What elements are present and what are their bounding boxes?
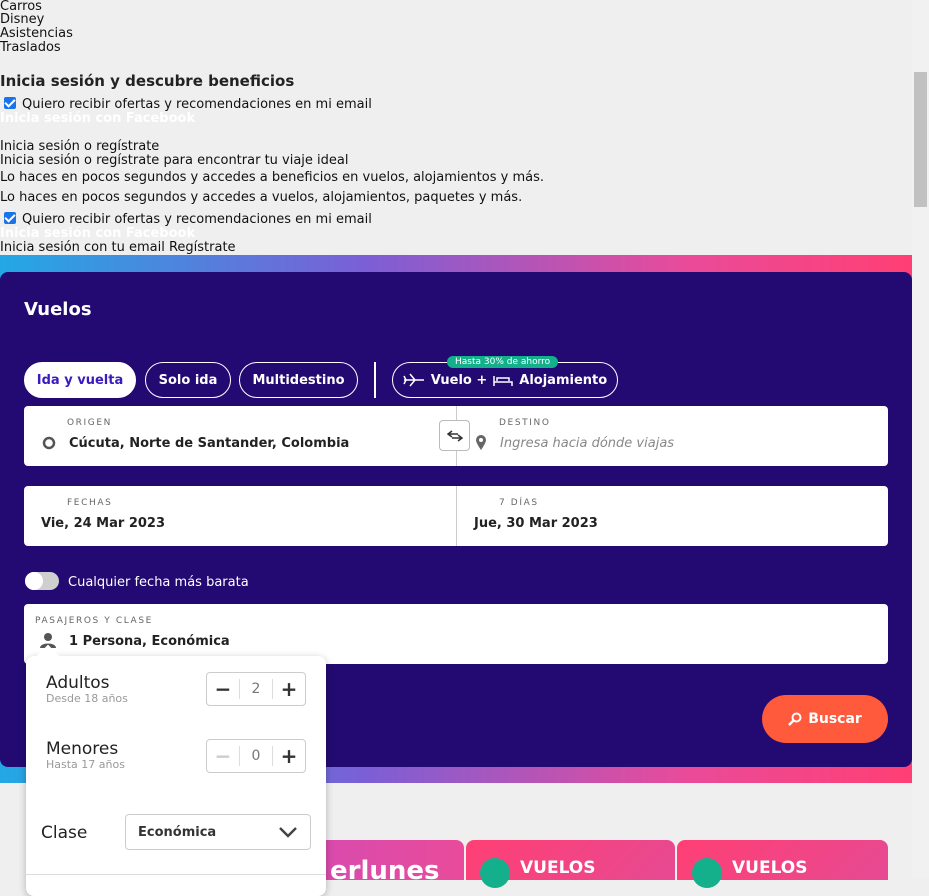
swap-button[interactable] — [439, 420, 470, 451]
register-link[interactable]: Regístrate — [169, 240, 236, 255]
adults-increment-button[interactable]: + — [273, 673, 305, 705]
link-asistencias[interactable]: Asistencias — [0, 27, 73, 41]
promo-card-1-text: erlunes — [330, 856, 440, 886]
promo-badge: Hasta 30% de ahorro — [447, 356, 559, 368]
newsletter-label: Quiero recibir ofertas y recomendaciones… — [22, 97, 372, 112]
minors-title: Menores — [46, 739, 119, 759]
minors-stepper: − 0 + — [206, 739, 306, 773]
minors-subtitle: Hasta 17 años — [46, 758, 125, 771]
tabs-divider — [374, 362, 376, 398]
adults-stepper: − 2 + — [206, 672, 306, 706]
facebook-login-link-2[interactable]: Inicia sesión con Facebook — [0, 227, 195, 241]
login-heading: Inicia sesión y descubre beneficios — [0, 72, 295, 90]
origin-input[interactable]: Cúcuta, Norte de Santander, Colombia — [69, 436, 349, 451]
return-date[interactable]: Jue, 30 Mar 2023 — [474, 516, 598, 531]
link-traslados[interactable]: Traslados — [0, 41, 61, 55]
minors-decrement-button[interactable]: − — [207, 740, 239, 772]
plane-badge-icon — [480, 858, 510, 888]
destination-label: DESTINO — [499, 418, 551, 428]
email-login-row: Inicia sesión con tu email Regístrate — [0, 241, 236, 255]
panel-title: Vuelos — [24, 299, 92, 320]
origin-label: ORIGEN — [67, 418, 112, 428]
flexible-dates-toggle[interactable] — [25, 572, 59, 590]
tab-multi-destination[interactable]: Multidestino — [239, 362, 358, 398]
origin-circle-icon — [42, 436, 56, 450]
depart-date[interactable]: Vie, 24 Mar 2023 — [41, 516, 165, 531]
promo-card-2-text: VUELOS — [520, 858, 596, 878]
newsletter-option-2[interactable]: Quiero recibir ofertas y recomendaciones… — [0, 212, 372, 227]
dates-label: FECHAS — [67, 498, 113, 508]
facebook-login-link[interactable]: Inicia sesión con Facebook — [0, 112, 195, 126]
class-select[interactable]: Económica — [125, 814, 311, 850]
passengers-label: PASAJEROS Y CLASE — [35, 616, 153, 626]
access-text: Lo haces en pocos segundos y accedes a v… — [0, 190, 523, 205]
login-register-link[interactable]: Inicia sesión o regístrate — [0, 140, 159, 154]
minors-increment-button[interactable]: + — [273, 740, 305, 772]
search-icon — [788, 712, 802, 726]
class-title: Clase — [41, 823, 88, 843]
combo-flight-label: Vuelo + — [430, 372, 488, 388]
adults-count: 2 — [239, 679, 273, 699]
dropdown-divider — [26, 874, 326, 875]
minors-count: 0 — [239, 746, 273, 766]
duration-label: 7 DÍAS — [499, 498, 539, 508]
search-button[interactable]: Buscar — [762, 695, 888, 743]
newsletter-label-2: Quiero recibir ofertas y recomendaciones… — [22, 212, 372, 227]
destination-input[interactable]: Ingresa hacia dónde viajas — [500, 436, 674, 451]
tab-round-trip[interactable]: Ida y vuelta — [24, 362, 136, 398]
combo-hotel-label: Alojamiento — [519, 372, 608, 388]
promo-card-3-text: VUELOS — [732, 858, 808, 878]
newsletter-option[interactable]: Quiero recibir ofertas y recomendaciones… — [0, 97, 372, 112]
adults-decrement-button[interactable]: − — [207, 673, 239, 705]
chevron-down-icon — [279, 827, 297, 838]
adults-subtitle: Desde 18 años — [46, 692, 128, 705]
page-scrollbar[interactable] — [912, 0, 929, 879]
passengers-value[interactable]: 1 Persona, Económica — [69, 634, 230, 649]
swap-icon — [446, 429, 463, 442]
dates-separator — [456, 486, 457, 546]
newsletter-checkbox[interactable] — [4, 97, 16, 109]
benefits-text: Lo haces en pocos segundos y accedes a b… — [0, 170, 545, 185]
class-select-value: Económica — [138, 825, 217, 840]
scrollbar-thumb[interactable] — [914, 72, 927, 207]
search-button-label: Buscar — [808, 711, 862, 727]
location-pin-icon — [476, 435, 486, 450]
link-disney[interactable]: Disney — [0, 13, 44, 27]
flexible-dates-label: Cualquier fecha más barata — [68, 575, 249, 590]
adults-title: Adultos — [46, 673, 110, 693]
login-register-text: Inicia sesión o regístrate para encontra… — [0, 153, 349, 168]
plane-badge-icon-2 — [692, 858, 722, 888]
email-login-link[interactable]: Inicia sesión con tu email — [0, 240, 165, 255]
plane-icon — [403, 373, 424, 387]
newsletter-checkbox-2[interactable] — [4, 212, 16, 224]
bed-icon — [493, 376, 514, 386]
tab-one-way[interactable]: Solo ida — [145, 362, 231, 398]
